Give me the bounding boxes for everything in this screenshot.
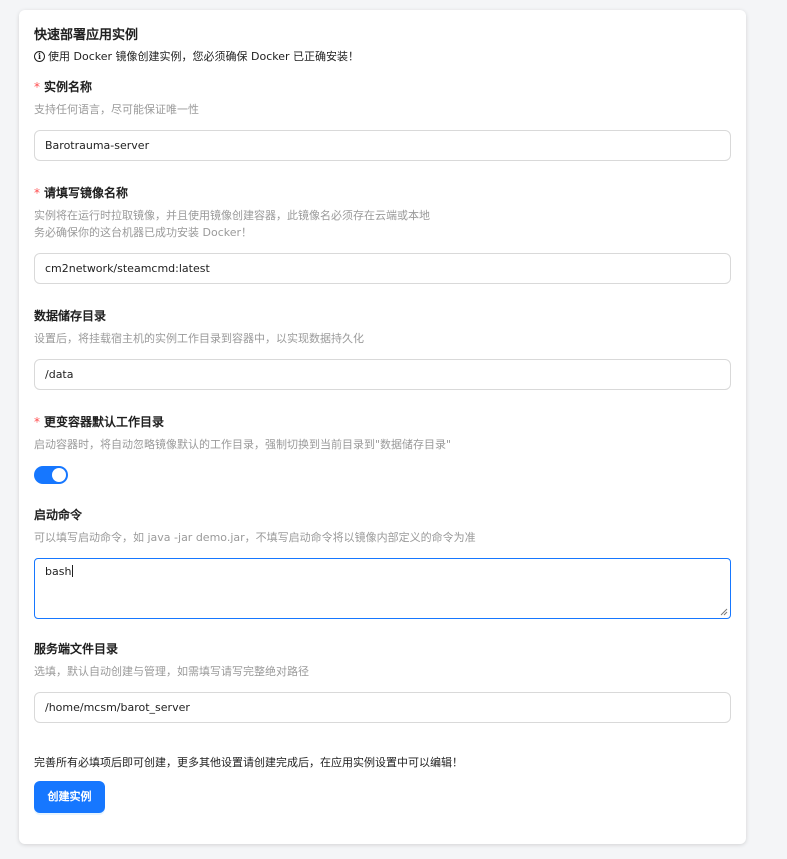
toggle-knob (52, 468, 66, 482)
create-instance-button[interactable]: 创建实例 (34, 781, 105, 813)
server-dir-label: 服务端文件目录 (34, 642, 119, 656)
data-dir-input[interactable]: /data (34, 359, 731, 390)
image-name-desc: 实例将在运行时拉取镜像，并且使用镜像创建容器，此镜像名必须存在云端或本地 务必确… (34, 209, 430, 239)
change-workdir-toggle[interactable] (34, 466, 68, 484)
start-command-textarea[interactable]: bash (34, 558, 731, 619)
required-mark: * (34, 415, 40, 429)
text-caret (72, 565, 74, 577)
instance-name-label: * 实例名称 (34, 80, 93, 94)
required-mark: * (34, 80, 40, 94)
deploy-form-card: 快速部署应用实例 i 使用 Docker 镜像创建实例，您必须确保 Docker… (19, 10, 746, 844)
docker-warning-text: 使用 Docker 镜像创建实例，您必须确保 Docker 已正确安装！ (48, 50, 360, 63)
change-workdir-desc: 启动容器时，将自动忽略镜像默认的工作目录，强制切换到当前目录到"数据储存目录" (34, 438, 452, 451)
resize-handle-icon[interactable] (720, 608, 728, 616)
instance-name-input[interactable]: Barotrauma-server (34, 130, 731, 161)
footer-note: 完善所有必填项后即可创建，更多其他设置请创建完成后，在应用实例设置中可以编辑！ (34, 756, 463, 769)
instance-name-desc: 支持任何语言，尽可能保证唯一性 (34, 103, 199, 116)
form-title: 快速部署应用实例 (34, 28, 139, 43)
info-icon: i (34, 50, 45, 62)
server-dir-desc: 选填，默认自动创建与管理，如需填写请写完整绝对路径 (34, 665, 309, 678)
data-dir-desc: 设置后，将挂载宿主机的实例工作目录到容器中，以实现数据持久化 (34, 332, 364, 345)
docker-warning: i 使用 Docker 镜像创建实例，您必须确保 Docker 已正确安装！ (34, 48, 359, 64)
server-dir-input[interactable]: /home/mcsm/barot_server (34, 692, 731, 723)
data-dir-label: 数据储存目录 (34, 309, 107, 323)
start-command-label: 启动命令 (34, 508, 83, 522)
start-command-value: bash (45, 565, 72, 578)
image-name-label: * 请填写镜像名称 (34, 186, 129, 200)
start-command-desc: 可以填写启动命令，如 java -jar demo.jar，不填写启动命令将以镜… (34, 531, 476, 544)
image-name-input[interactable]: cm2network/steamcmd:latest (34, 253, 731, 284)
required-mark: * (34, 186, 40, 200)
change-workdir-label: * 更变容器默认工作目录 (34, 415, 165, 429)
